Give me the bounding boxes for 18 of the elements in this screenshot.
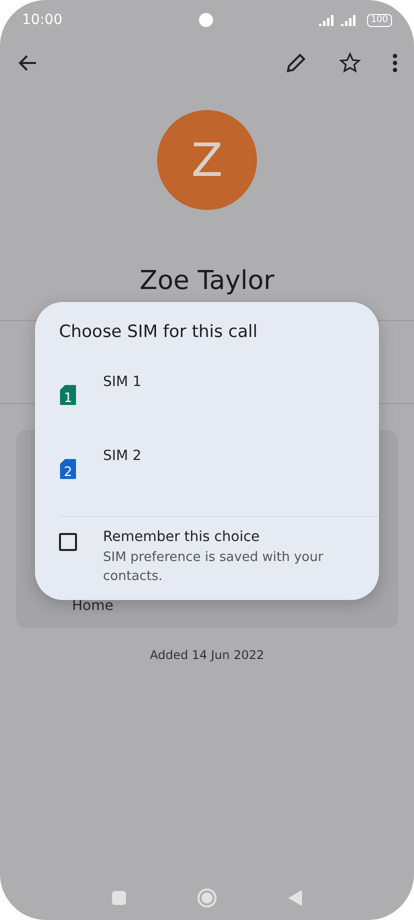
address-label: Home — [72, 598, 114, 614]
pencil-icon[interactable] — [284, 51, 308, 75]
sim-option[interactable]: 1 SIM 1 — [35, 366, 379, 440]
contact-name: Zoe Taylor — [138, 266, 276, 298]
contact-avatar: Z — [157, 110, 257, 210]
remember-hint: SIM preference is saved with your contacts. — [103, 549, 324, 586]
star-icon[interactable] — [338, 51, 362, 75]
sim-card-icon: 1 — [59, 384, 77, 406]
added-date: Added 14 Jun 2022 — [148, 648, 266, 662]
battery-icon: 100 — [366, 14, 392, 26]
checkbox[interactable] — [59, 533, 77, 551]
sim-option[interactable]: 2 SIM 2 — [35, 440, 379, 514]
camera-icon — [199, 13, 213, 27]
dialog-title: Choose SIM for this call — [58, 322, 258, 342]
remember-label: Remember this choice — [103, 529, 261, 545]
status-time: 10:00 — [22, 12, 62, 28]
sim-card-icon: 2 — [59, 458, 77, 480]
more-options-icon[interactable] — [392, 53, 398, 73]
